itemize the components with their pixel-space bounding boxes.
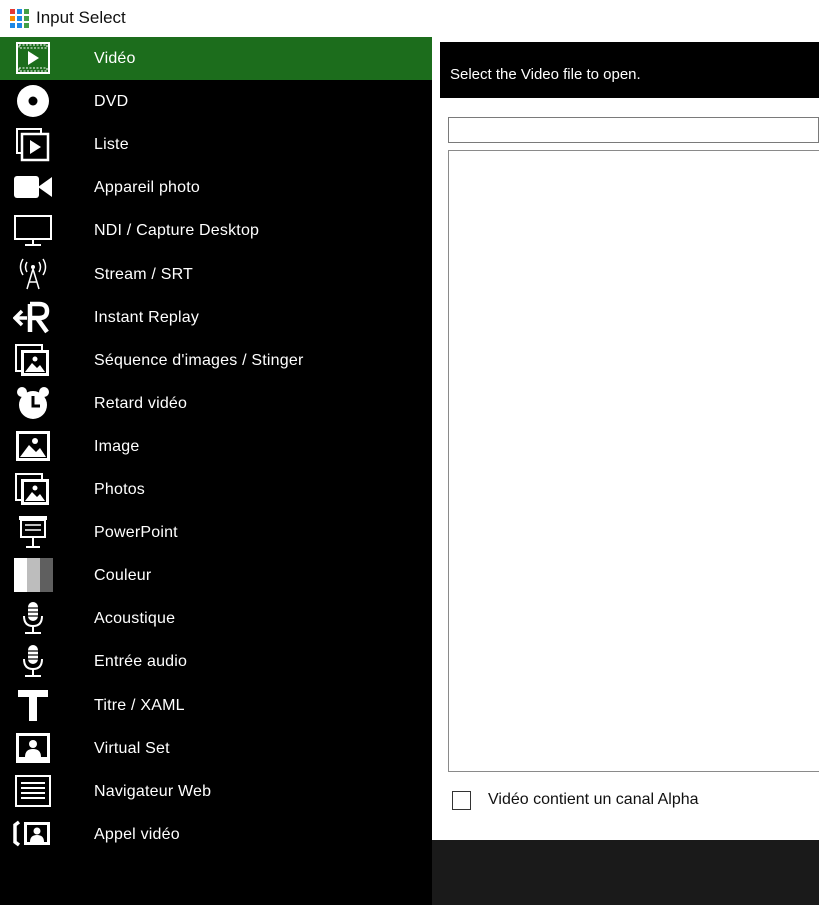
sidebar-item-titre-xaml[interactable]: Titre / XAML	[0, 684, 432, 727]
sidebar-item-stream-srt[interactable]: Stream / SRT	[0, 253, 432, 296]
color-icon	[13, 557, 53, 593]
video-icon	[13, 40, 53, 76]
presentation-icon	[13, 514, 53, 550]
video-call-icon	[13, 816, 53, 852]
sidebar-item-entree-audio[interactable]: Entrée audio	[0, 640, 432, 683]
main-panel: Select the Video file to open. Vidéo con…	[432, 37, 819, 905]
sidebar-item-label: Instant Replay	[94, 308, 200, 326]
alpha-channel-checkbox[interactable]	[452, 790, 471, 810]
file-browser-list[interactable]	[448, 150, 819, 772]
sidebar-item-virtual-set[interactable]: Virtual Set	[0, 727, 432, 770]
sidebar-item-liste[interactable]: Liste	[0, 123, 432, 166]
sidebar-item-label: Acoustique	[94, 610, 176, 628]
sidebar-item-powerpoint[interactable]: PowerPoint	[0, 511, 432, 554]
sidebar-item-label: Navigateur Web	[94, 782, 212, 800]
sidebar-item-label: DVD	[94, 93, 129, 111]
sidebar-item-image[interactable]: Image	[0, 425, 432, 468]
sidebar-item-label: PowerPoint	[94, 524, 178, 542]
sidebar-item-retard-video[interactable]: Retard vidéo	[0, 382, 432, 425]
sidebar-item-label: Stream / SRT	[94, 265, 194, 283]
footer-bar	[432, 840, 819, 905]
sidebar-item-dvd[interactable]: DVD	[0, 80, 432, 123]
sidebar-item-instant-replay[interactable]: Instant Replay	[0, 296, 432, 339]
sidebar-item-couleur[interactable]: Couleur	[0, 554, 432, 597]
sidebar-item-label: Liste	[94, 136, 129, 154]
input-type-sidebar: Vidéo DVD Liste Appareil photo NDI / Capture…	[0, 37, 432, 905]
image-icon	[13, 428, 53, 464]
sidebar-item-sequence-d-images-stinger[interactable]: Séquence d'images / Stinger	[0, 339, 432, 382]
alpha-channel-option[interactable]: Vidéo contient un canal Alpha	[452, 789, 699, 811]
sidebar-item-label: Vidéo	[94, 50, 136, 67]
dvd-icon	[13, 83, 53, 119]
prompt-text: Select the Video file to open.	[450, 66, 641, 83]
alpha-channel-label: Vidéo contient un canal Alpha	[488, 791, 699, 808]
sidebar-item-label: Image	[94, 437, 140, 455]
sidebar-item-label: Virtual Set	[94, 739, 170, 757]
playlist-icon	[13, 126, 53, 162]
camera-icon	[13, 169, 53, 205]
sidebar-item-label: Séquence d'images / Stinger	[94, 351, 304, 369]
sidebar-item-label: Entrée audio	[94, 653, 188, 671]
sidebar-item-appareil-photo[interactable]: Appareil photo	[0, 166, 432, 209]
window-title: Input Select	[36, 8, 126, 27]
microphone-icon	[13, 600, 53, 636]
sidebar-item-label: NDI / Capture Desktop	[94, 222, 260, 240]
sidebar-item-label: Couleur	[94, 567, 152, 585]
sidebar-item-photos[interactable]: Photos	[0, 468, 432, 511]
sidebar-item-navigateur-web[interactable]: Navigateur Web	[0, 770, 432, 813]
browser-icon	[13, 773, 53, 809]
title-bar: Input Select	[0, 0, 819, 37]
sidebar-item-label: Appareil photo	[94, 179, 200, 197]
sidebar-item-label: Appel vidéo	[94, 825, 180, 843]
image-sequence-icon	[13, 342, 53, 378]
virtual-set-icon	[13, 730, 53, 766]
sidebar-item-acoustique[interactable]: Acoustique	[0, 597, 432, 640]
sidebar-item-ndi-capture-desktop[interactable]: NDI / Capture Desktop	[0, 209, 432, 252]
replay-icon	[13, 299, 53, 335]
photos-icon	[13, 471, 53, 507]
sidebar-item-label: Titre / XAML	[94, 696, 185, 714]
prompt-bar: Select the Video file to open.	[440, 42, 819, 98]
sidebar-item-video[interactable]: Vidéo	[0, 37, 432, 80]
monitor-icon	[13, 212, 53, 248]
antenna-icon	[13, 256, 53, 292]
clock-icon	[13, 385, 53, 421]
sidebar-item-label: Photos	[94, 481, 146, 498]
grid-app-icon	[10, 9, 29, 28]
microphone-icon	[13, 643, 53, 679]
sidebar-item-label: Retard vidéo	[94, 394, 188, 412]
sidebar-item-appel-video[interactable]: Appel vidéo	[0, 813, 432, 856]
title-icon	[13, 687, 53, 723]
file-path-input[interactable]	[448, 117, 819, 143]
